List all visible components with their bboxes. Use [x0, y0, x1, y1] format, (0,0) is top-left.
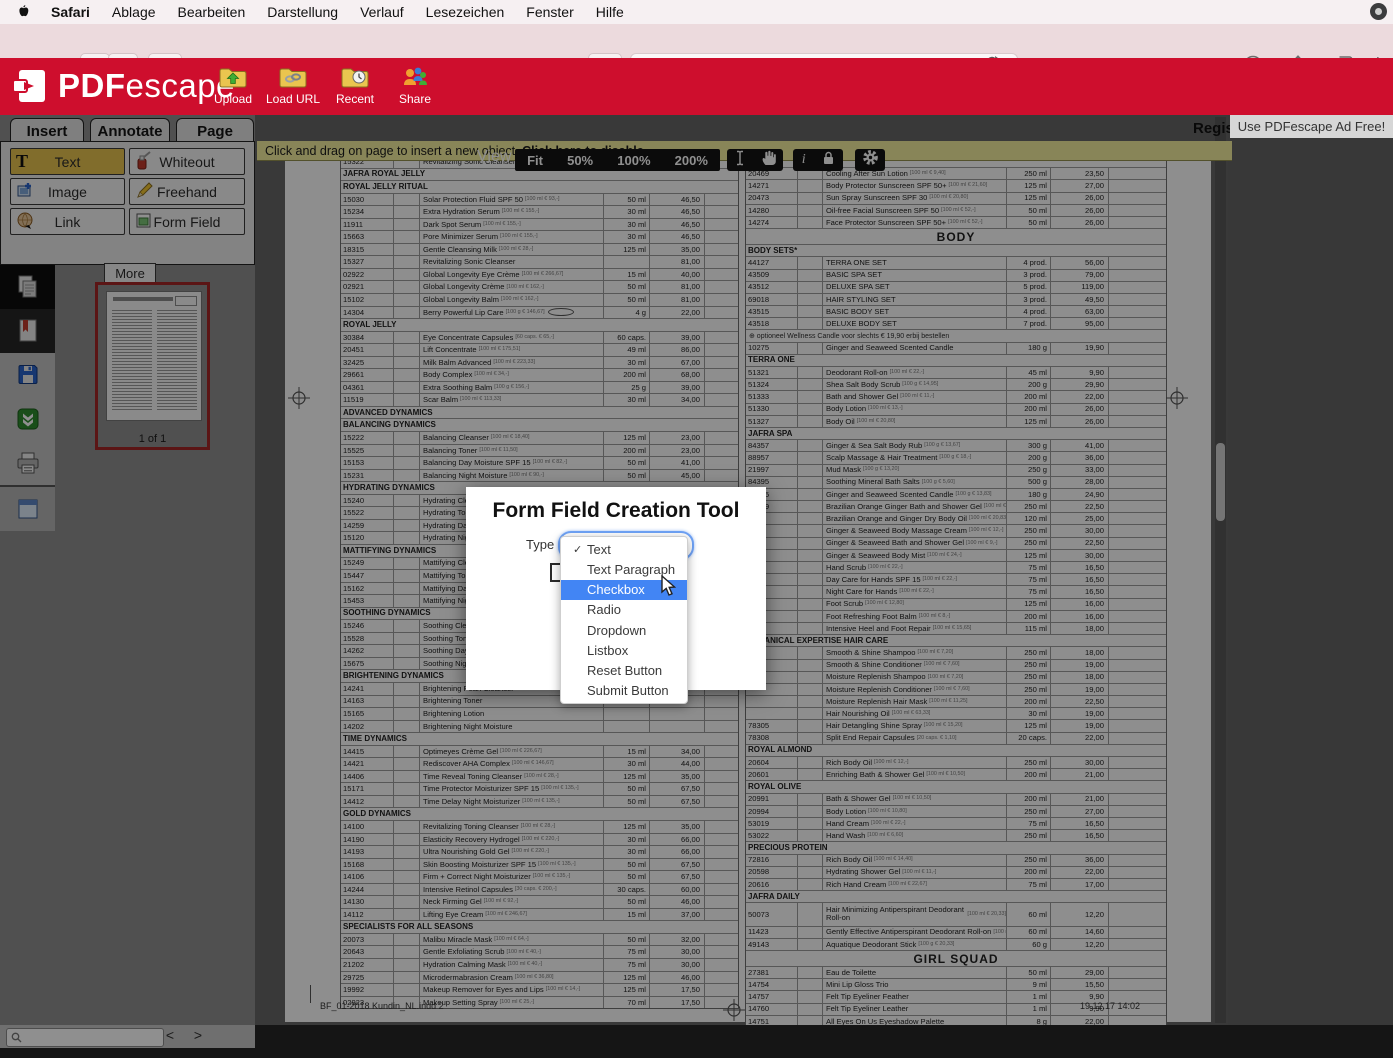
macos-menubar: Safari Ablage Bearbeiten Darstellung Ver… — [0, 0, 1393, 25]
menu-item-label: Reset Button — [587, 663, 663, 679]
menubar-item-ablage[interactable]: Ablage — [101, 4, 167, 20]
load-url-button[interactable]: Load URL — [262, 62, 324, 106]
menubar-item-lesezeichen[interactable]: Lesezeichen — [415, 4, 516, 20]
menu-item-radio[interactable]: Radio — [561, 600, 687, 620]
share-label: Share — [398, 92, 432, 106]
menu-item-label: Radio — [587, 602, 621, 618]
upload-button[interactable]: Upload — [202, 62, 264, 106]
upload-folder-icon — [202, 62, 264, 92]
load-url-folder-icon — [262, 62, 324, 92]
apple-icon[interactable] — [0, 4, 40, 20]
menu-item-label: Submit Button — [587, 683, 669, 699]
menu-item-label: Checkbox — [587, 582, 645, 598]
recent-button[interactable]: Recent — [324, 62, 386, 106]
upload-label: Upload — [213, 92, 253, 106]
menubar-item-safari[interactable]: Safari — [40, 4, 101, 20]
recent-label: Recent — [335, 92, 375, 106]
menubar-item-verlauf[interactable]: Verlauf — [349, 4, 415, 20]
mouse-cursor — [661, 575, 677, 596]
pdfescape-logo-icon — [12, 70, 45, 102]
menubar-status-icon[interactable] — [1370, 3, 1387, 20]
ad-free-banner[interactable]: Use PDFescape Ad Free! — [1230, 115, 1393, 138]
browser-toolbar: www.pdfescape.com/open/?445410F7FE464F46… — [0, 24, 1393, 78]
screen: Safari Ablage Bearbeiten Darstellung Ver… — [0, 0, 1393, 1058]
menubar-item-fenster[interactable]: Fenster — [515, 4, 584, 20]
menu-item-listbox[interactable]: Listbox — [561, 640, 687, 660]
menu-item-label: Text — [587, 541, 611, 557]
menubar-item-hilfe[interactable]: Hilfe — [585, 4, 635, 20]
share-people-icon — [384, 62, 446, 92]
check-icon: ✓ — [573, 543, 583, 556]
type-dropdown-menu: ✓ Text Text Paragraph Checkbox Radio Dropdown… — [560, 536, 688, 704]
recent-folder-icon — [324, 62, 386, 92]
load-url-label: Load URL — [265, 92, 321, 106]
dialog-title: Form Field Creation Tool — [492, 499, 740, 522]
type-label: Type — [526, 537, 555, 552]
menu-item-label: Dropdown — [587, 622, 647, 638]
menu-item-text[interactable]: ✓ Text — [561, 539, 687, 559]
menubar-item-darstellung[interactable]: Darstellung — [256, 4, 349, 20]
share-button[interactable]: Share — [384, 62, 446, 106]
menubar-item-bearbeiten[interactable]: Bearbeiten — [167, 4, 257, 20]
menu-item-label: Listbox — [587, 642, 629, 658]
menu-item-submit-button[interactable]: Submit Button — [561, 681, 687, 701]
menu-item-dropdown[interactable]: Dropdown — [561, 620, 687, 640]
pdfescape-header: PDFescape Upload Load URL Recent Share V… — [0, 58, 1393, 171]
menu-item-reset-button[interactable]: Reset Button — [561, 661, 687, 681]
